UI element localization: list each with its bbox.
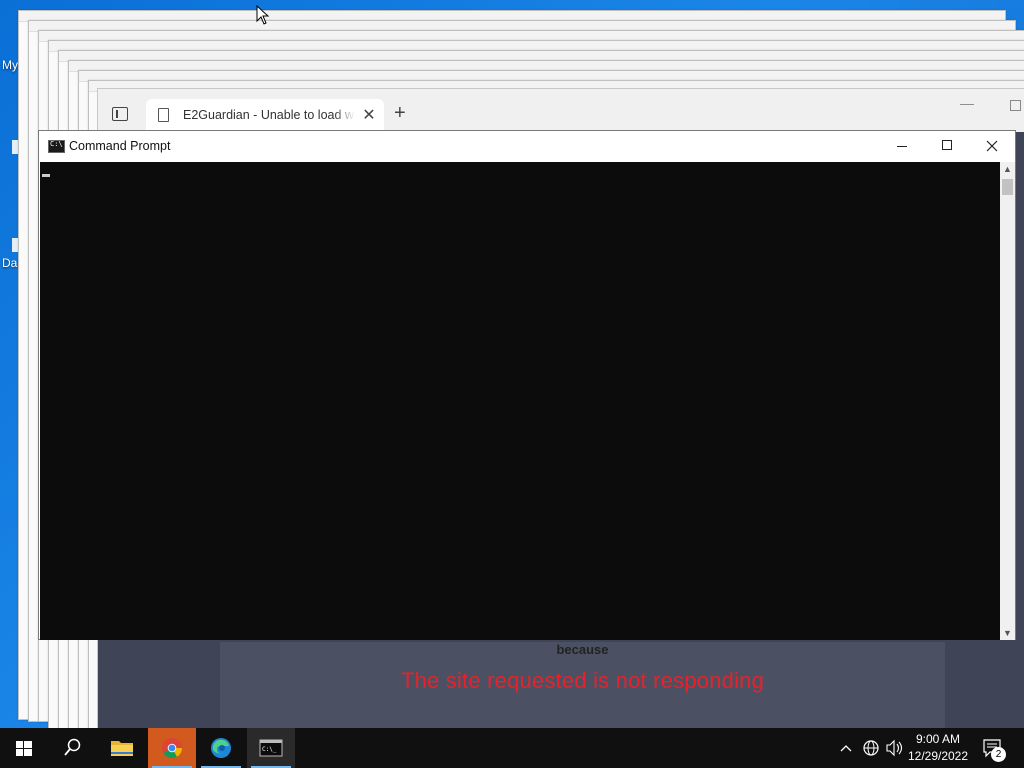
browser-tab-strip: E2Guardian - Unable to load web page ✕ +…: [98, 89, 1024, 132]
command-prompt-window: Command Prompt ▲ ▼: [38, 130, 1016, 640]
chrome-icon: [162, 738, 183, 759]
search-button[interactable]: [48, 728, 96, 768]
clock-time: 9:00 AM: [915, 732, 961, 746]
error-card: because The site requested is not respon…: [220, 642, 945, 729]
new-tab-icon[interactable]: +: [394, 103, 406, 123]
because-label: because: [556, 642, 609, 657]
close-tab-icon[interactable]: ✕: [361, 105, 377, 125]
desktop-icon-label-my[interactable]: My: [2, 58, 18, 72]
folder-icon: [111, 741, 133, 756]
edge-icon: [211, 738, 231, 758]
network-globe-icon: [863, 740, 879, 756]
svg-text:C:\_: C:\_: [262, 746, 277, 753]
scroll-up-icon[interactable]: ▲: [1000, 162, 1015, 176]
cmd-title: Command Prompt: [69, 139, 171, 153]
network-button[interactable]: [860, 728, 882, 768]
clock-date: 12/29/2022: [907, 749, 969, 763]
windows-start-icon: [16, 741, 32, 756]
cmd-scrollbar[interactable]: ▲ ▼: [1000, 162, 1015, 640]
cmd-taskbar-button[interactable]: C:\_: [247, 728, 295, 768]
tab-actions-icon[interactable]: [112, 107, 128, 121]
close-icon: [986, 140, 998, 152]
error-message: The site requested is not responding: [400, 668, 765, 693]
cmd-icon: C:\_: [259, 739, 283, 757]
browser-minimize-icon[interactable]: —: [960, 95, 974, 111]
chevron-up-icon: [840, 745, 852, 752]
volume-button[interactable]: [883, 728, 905, 768]
scroll-down-icon[interactable]: ▼: [1000, 626, 1015, 640]
taskbar: C:\_ 9:00 AM 12/29/2022 2: [0, 728, 1024, 768]
chrome-taskbar-button[interactable]: [148, 728, 196, 768]
page-icon: [158, 108, 169, 122]
text-cursor: [42, 174, 50, 177]
speaker-icon: [886, 739, 903, 757]
cmd-titlebar[interactable]: Command Prompt: [39, 131, 1015, 161]
notification-count-badge: 2: [991, 747, 1006, 762]
cmd-maximize-button[interactable]: [925, 131, 971, 161]
cmd-close-button[interactable]: [969, 131, 1015, 161]
start-button[interactable]: [0, 728, 48, 768]
search-icon: [64, 738, 81, 756]
cmd-minimize-button[interactable]: [879, 131, 925, 161]
desktop-icon-label-da[interactable]: Da: [2, 256, 17, 270]
show-hidden-icons-button[interactable]: [836, 728, 856, 768]
cmd-console[interactable]: [40, 162, 1000, 640]
scroll-thumb[interactable]: [1002, 179, 1013, 195]
edge-taskbar-button[interactable]: [197, 728, 245, 768]
browser-tab-title: E2Guardian - Unable to load web page: [183, 108, 355, 122]
taskbar-clock[interactable]: 9:00 AM 12/29/2022: [904, 731, 972, 765]
mouse-pointer-icon: [256, 5, 270, 25]
cmd-icon[interactable]: [48, 140, 65, 153]
file-explorer-button[interactable]: [98, 728, 146, 768]
browser-maximize-icon[interactable]: [1010, 100, 1021, 111]
browser-tab[interactable]: E2Guardian - Unable to load web page ✕: [146, 99, 384, 132]
